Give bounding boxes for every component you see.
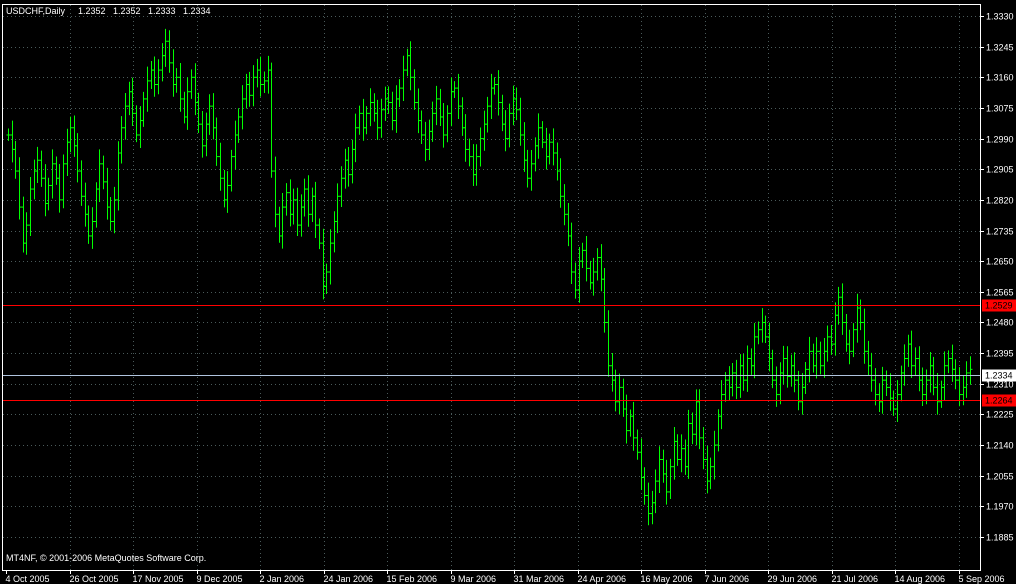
- y-tick-label: 1.2140: [986, 441, 1014, 451]
- x-tick-label: 26 Oct 2005: [70, 574, 119, 584]
- x-tick-label: 2 Jan 2006: [260, 574, 305, 584]
- chart-title: USDCHF,Daily: [6, 6, 66, 16]
- x-tick-label: 14 Aug 2006: [895, 574, 946, 584]
- header-open: 1.2352: [78, 6, 106, 16]
- x-tick-label: 9 Mar 2006: [451, 574, 497, 584]
- copyright-watermark: MT4NF, © 2001-2006 MetaQuotes Software C…: [6, 553, 206, 563]
- x-tick-label: 24 Jan 2006: [324, 574, 374, 584]
- x-tick-label: 17 Nov 2005: [133, 574, 184, 584]
- header-low: 1.2333: [148, 6, 176, 16]
- header-close: 1.2334: [183, 6, 211, 16]
- y-tick-label: 1.3330: [986, 12, 1014, 22]
- level-tag-label: 1.2264: [985, 396, 1013, 406]
- y-tick-label: 1.2310: [986, 380, 1014, 390]
- y-tick-label: 1.3160: [986, 73, 1014, 83]
- y-tick-label: 1.2735: [986, 227, 1014, 237]
- y-tick-label: 1.1970: [986, 502, 1014, 512]
- y-tick-label: 1.1885: [986, 533, 1014, 543]
- x-tick-label: 29 Jun 2006: [768, 574, 818, 584]
- y-tick-label: 1.2820: [986, 196, 1014, 206]
- y-tick-label: 1.2395: [986, 349, 1014, 359]
- level-tag-label: 1.2529: [985, 301, 1013, 311]
- x-tick-label: 15 Feb 2006: [387, 574, 438, 584]
- x-tick-label: 5 Sep 2006: [959, 574, 1005, 584]
- x-tick-label: 21 Jul 2006: [832, 574, 879, 584]
- x-tick-label: 9 Dec 2005: [197, 574, 243, 584]
- y-tick-label: 1.2650: [986, 257, 1014, 267]
- x-tick-label: 16 May 2006: [641, 574, 693, 584]
- y-tick-label: 1.2480: [986, 318, 1014, 328]
- y-tick-label: 1.3075: [986, 104, 1014, 114]
- y-tick-label: 1.2990: [986, 135, 1014, 145]
- x-tick-label: 4 Oct 2005: [6, 574, 50, 584]
- y-tick-label: 1.2905: [986, 165, 1014, 175]
- y-tick-label: 1.3245: [986, 43, 1014, 53]
- y-tick-label: 1.2225: [986, 410, 1014, 420]
- x-tick-label: 31 Mar 2006: [514, 574, 565, 584]
- x-tick-label: 24 Apr 2006: [578, 574, 627, 584]
- y-tick-label: 1.2055: [986, 472, 1014, 482]
- x-tick-label: 7 Jun 2006: [705, 574, 750, 584]
- header-high: 1.2352: [113, 6, 141, 16]
- y-tick-label: 1.2565: [986, 288, 1014, 298]
- price-chart[interactable]: 1.2529 1.2334 1.2264 1.3330 1.3245 1.3160 1.3…: [0, 0, 1016, 584]
